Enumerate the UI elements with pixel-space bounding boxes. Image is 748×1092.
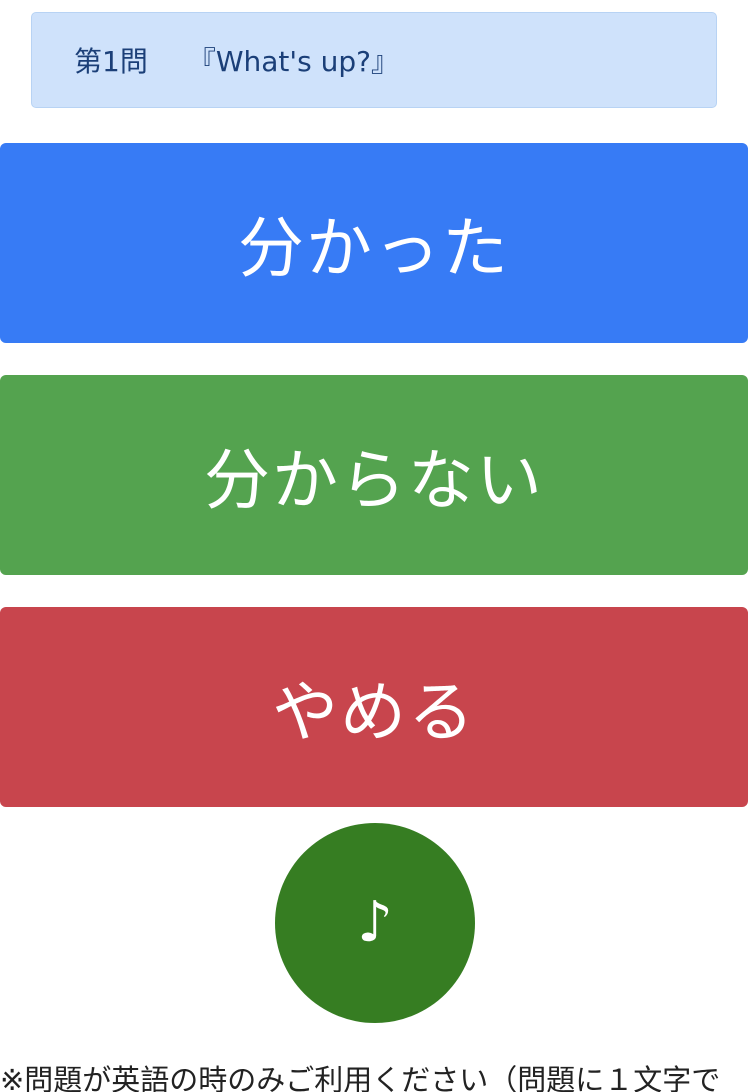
- question-number: 第1問: [74, 45, 148, 78]
- quit-button[interactable]: やめる: [0, 607, 748, 807]
- quiz-page: 第1問 『What's up?』 分かった 分からない やめる ♪ ※問題が英語…: [0, 0, 748, 1092]
- question-header: 第1問 『What's up?』: [31, 12, 717, 108]
- usage-note: ※問題が英語の時のみご利用ください（問題に１文字で: [0, 1063, 721, 1092]
- play-sound-button[interactable]: ♪: [275, 823, 475, 1023]
- understood-button[interactable]: 分かった: [0, 143, 748, 343]
- music-note-icon: ♪: [357, 890, 393, 955]
- question-text: 『What's up?』: [187, 45, 399, 78]
- dont-understand-button[interactable]: 分からない: [0, 375, 748, 575]
